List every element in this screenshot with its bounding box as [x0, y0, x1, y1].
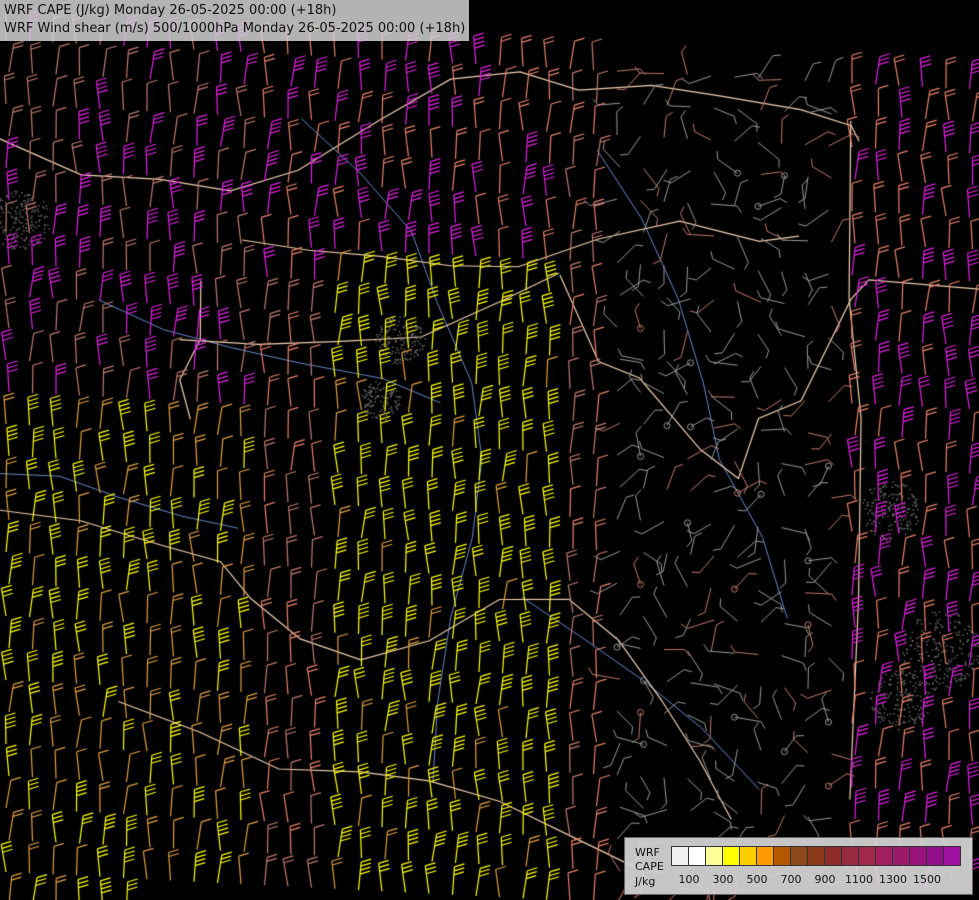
legend-swatch: [943, 846, 961, 866]
cape-legend: WRF CAPE J/kg 100 300 500 700 900 1100 1300 150…: [624, 837, 973, 895]
legend-tick-label: 700: [780, 873, 802, 886]
legend-tick-label: 300: [712, 873, 734, 886]
wind-shear-title: WRF Wind shear (m/s) 500/1000hPa Monday …: [4, 21, 466, 36]
legend-tick-labels: 100 300 500 700 900 1100 1300 1500: [671, 873, 971, 887]
legend-swatch: [875, 846, 893, 866]
legend-tick-label: 500: [746, 873, 768, 886]
legend-label-cape: CAPE: [635, 860, 664, 873]
legend-label-unit: J/kg: [635, 875, 656, 888]
legend-swatch: [841, 846, 859, 866]
legend-swatch: [807, 846, 825, 866]
legend-color-scale: [671, 846, 961, 866]
legend-swatch: [671, 846, 689, 866]
cape-title: WRF CAPE (J/kg) Monday 26-05-2025 00:00 …: [4, 3, 337, 18]
weather-map: [0, 0, 979, 900]
legend-swatch: [739, 846, 757, 866]
legend-swatch: [756, 846, 774, 866]
legend-swatch: [722, 846, 740, 866]
legend-swatch: [858, 846, 876, 866]
legend-swatch: [688, 846, 706, 866]
legend-swatch: [773, 846, 791, 866]
map-title-box: WRF CAPE (J/kg) Monday 26-05-2025 00:00 …: [0, 0, 470, 41]
legend-swatch: [790, 846, 808, 866]
legend-swatch: [705, 846, 723, 866]
legend-tick-label: 100: [678, 873, 700, 886]
legend-swatch: [892, 846, 910, 866]
legend-swatch: [926, 846, 944, 866]
legend-tick-label: 1100: [845, 873, 873, 886]
legend-swatch: [909, 846, 927, 866]
legend-tick-label: 1300: [879, 873, 907, 886]
legend-label-wrf: WRF: [635, 846, 660, 859]
legend-tick-label: 1500: [913, 873, 941, 886]
legend-swatch: [824, 846, 842, 866]
legend-tick-label: 900: [814, 873, 836, 886]
